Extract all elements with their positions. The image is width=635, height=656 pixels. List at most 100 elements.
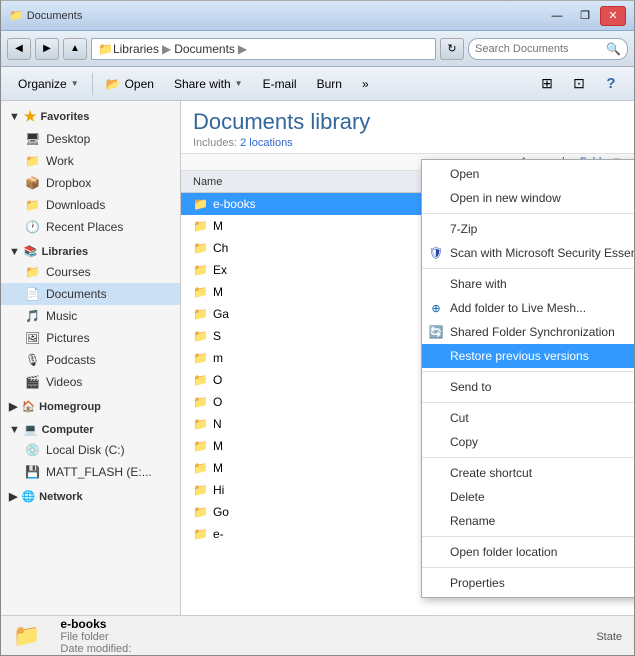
libraries-icon: 📚 <box>24 245 38 258</box>
organize-arrow: ▼ <box>71 79 79 88</box>
folder-icon: 📁 <box>193 307 208 321</box>
ctx-restore[interactable]: Restore previous versions <box>422 344 634 368</box>
ctx-open-location[interactable]: Open folder location <box>422 540 634 564</box>
desktop-label: Desktop <box>46 132 90 146</box>
titlebar-controls: — ❐ ✕ <box>544 6 626 26</box>
titlebar: 📁 Documents — ❐ ✕ <box>1 1 634 31</box>
network-icon: 🌐 <box>21 490 35 503</box>
flash-label: MATT_FLASH (E:... <box>46 465 152 479</box>
ctx-share[interactable]: Share with ▶ <box>422 272 634 296</box>
share-button[interactable]: Share with ▼ <box>165 71 252 97</box>
ctx-open[interactable]: Open <box>422 162 634 186</box>
ctx-sep7 <box>422 567 634 568</box>
toolbar-sep1 <box>92 73 93 95</box>
up-button[interactable]: ▲ <box>63 38 87 60</box>
main-area: ▼ ★ Favorites 🖥 Desktop 📁 Work 📦 Dropbox <box>1 101 634 615</box>
share-arrow: ▼ <box>235 79 243 88</box>
library-sub: Includes: 2 locations <box>193 137 622 149</box>
path-icon: 📁 <box>98 42 113 56</box>
folder-icon: 📁 <box>193 417 208 431</box>
create-shortcut-label: Create shortcut <box>450 466 532 480</box>
sidebar-item-courses[interactable]: 📁 Courses <box>1 261 180 283</box>
dropbox-label: Dropbox <box>46 176 91 190</box>
recent-label: Recent Places <box>46 220 123 234</box>
sidebar-item-music[interactable]: 🎵 Music <box>1 305 180 327</box>
open-label: Open <box>125 77 154 91</box>
homegroup-section: ▶ 🏠 Homegroup <box>1 397 180 416</box>
documents-label: Documents <box>46 287 107 301</box>
path-sep1: ▶ <box>162 42 171 56</box>
view-change-button[interactable]: ⊞ <box>532 71 562 97</box>
refresh-button[interactable]: ↻ <box>440 38 464 60</box>
preview-pane-button[interactable]: ⊡ <box>564 71 594 97</box>
favorites-arrow: ▼ <box>9 111 20 123</box>
sidebar-item-pictures[interactable]: 🖼 Pictures <box>1 327 180 349</box>
ctx-create-shortcut[interactable]: Create shortcut <box>422 461 634 485</box>
sync-label: Shared Folder Synchronization <box>450 325 615 339</box>
delete-label: Delete <box>450 490 485 504</box>
sidebar-item-videos[interactable]: 🎬 Videos <box>1 371 180 393</box>
courses-label: Courses <box>46 265 91 279</box>
ctx-copy[interactable]: Copy <box>422 430 634 454</box>
pictures-icon: 🖼 <box>25 331 40 345</box>
add-live-label: Add folder to Live Mesh... <box>450 301 586 315</box>
folder-icon: 📁 <box>193 241 208 255</box>
network-header[interactable]: ▶ 🌐 Network <box>1 487 180 506</box>
ctx-add-live[interactable]: ⊕ Add folder to Live Mesh... <box>422 296 634 320</box>
burn-button[interactable]: Burn <box>308 71 351 97</box>
organize-button[interactable]: Organize ▼ <box>9 71 88 97</box>
sidebar-item-downloads[interactable]: 📁 Downloads <box>1 194 180 216</box>
ctx-send[interactable]: Send to ▶ <box>422 375 634 399</box>
maximize-button[interactable]: ❐ <box>572 6 598 26</box>
rename-label: Rename <box>450 514 495 528</box>
minimize-button[interactable]: — <box>544 6 570 26</box>
computer-header[interactable]: ▼ 💻 Computer <box>1 420 180 439</box>
folder-icon: 📁 <box>193 329 208 343</box>
homegroup-label: Homegroup <box>39 401 101 413</box>
status-info: e-books File folder Date modified: <box>60 617 131 655</box>
status-folder-icon: 📁 <box>13 623 40 649</box>
sidebar-item-flash[interactable]: 💾 MATT_FLASH (E:... <box>1 461 180 483</box>
network-arrow: ▶ <box>9 490 17 503</box>
close-button[interactable]: ✕ <box>600 6 626 26</box>
ctx-delete[interactable]: Delete <box>422 485 634 509</box>
libraries-header[interactable]: ▼ 📚 Libraries <box>1 242 180 261</box>
sidebar-item-podcasts[interactable]: 🎙 Podcasts <box>1 349 180 371</box>
sidebar-item-work[interactable]: 📁 Work <box>1 150 180 172</box>
folder-icon: 📁 <box>193 219 208 233</box>
ctx-7zip[interactable]: 7-Zip ▶ <box>422 217 634 241</box>
sidebar-item-desktop[interactable]: 🖥 Desktop <box>1 128 180 150</box>
ctx-sep2 <box>422 268 634 269</box>
open-button[interactable]: 📂 Open <box>97 71 163 97</box>
courses-icon: 📁 <box>25 265 40 279</box>
addressbar: ◀ ▶ ▲ 📁 Libraries ▶ Documents ▶ ↻ 🔍 <box>1 31 634 67</box>
folder-icon: 📁 <box>193 373 208 387</box>
homegroup-header[interactable]: ▶ 🏠 Homegroup <box>1 397 180 416</box>
sidebar-item-recent[interactable]: 🕐 Recent Places <box>1 216 180 238</box>
homegroup-arrow: ▶ <box>9 400 17 413</box>
library-locations-link[interactable]: 2 locations <box>240 137 293 149</box>
ctx-sep3 <box>422 371 634 372</box>
address-path[interactable]: 📁 Libraries ▶ Documents ▶ <box>91 38 436 60</box>
back-button[interactable]: ◀ <box>7 38 31 60</box>
search-icon: 🔍 <box>606 42 621 56</box>
ctx-sync[interactable]: 🔄 Shared Folder Synchronization ▶ <box>422 320 634 344</box>
forward-button[interactable]: ▶ <box>35 38 59 60</box>
sidebar-item-localdisk[interactable]: 💿 Local Disk (C:) <box>1 439 180 461</box>
library-title: Documents library <box>193 109 622 135</box>
search-box[interactable]: 🔍 <box>468 38 628 60</box>
search-input[interactable] <box>475 43 602 55</box>
sidebar-item-dropbox[interactable]: 📦 Dropbox <box>1 172 180 194</box>
favorites-header[interactable]: ▼ ★ Favorites <box>1 105 180 128</box>
ctx-rename[interactable]: Rename <box>422 509 634 533</box>
status-state-label: State <box>596 631 622 643</box>
email-button[interactable]: E-mail <box>254 71 306 97</box>
ctx-properties[interactable]: Properties <box>422 571 634 595</box>
ctx-scan[interactable]: 🛡 Scan with Microsoft Security Essential… <box>422 241 634 265</box>
ctx-open-new[interactable]: Open in new window <box>422 186 634 210</box>
favorites-label: Favorites <box>40 111 89 123</box>
help-button[interactable]: ? <box>596 71 626 97</box>
more-button[interactable]: » <box>353 71 378 97</box>
ctx-cut[interactable]: Cut <box>422 406 634 430</box>
sidebar-item-documents[interactable]: 📄 Documents <box>1 283 180 305</box>
